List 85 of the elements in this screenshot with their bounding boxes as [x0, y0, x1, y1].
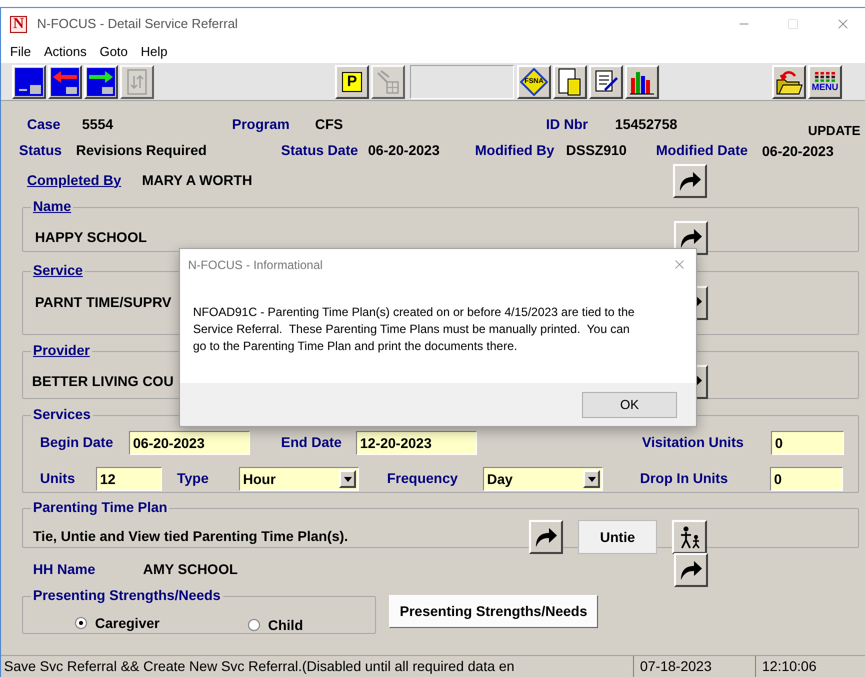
program-label: Program	[232, 116, 290, 132]
status-value: Revisions Required	[76, 142, 207, 158]
dialog-message: NFOAD91C - Parenting Time Plan(s) created on or before 4/15/2023 are tied to the Service Referral. These Parenting Time Plans must be manually printed. You can go to the Parenting Time Plan and print the documents there.	[193, 304, 636, 355]
completed-by-link[interactable]: Completed By	[27, 172, 122, 188]
status-date-value: 06-20-2023	[368, 142, 440, 158]
status-label: Status	[19, 142, 62, 158]
section-label: Parenting Time Plan	[33, 499, 168, 515]
app-logo: N	[10, 16, 27, 32]
diamond-icon	[520, 68, 548, 96]
status-date: 07-18-2023	[634, 656, 756, 677]
grid-icon	[375, 68, 401, 96]
visitation-units-field[interactable]: 0	[771, 431, 844, 455]
status-message: Save Svc Referral && Create New Svc Referral.(Disabled until all required data en	[1, 656, 634, 677]
radio-label[interactable]: Child	[268, 614, 303, 636]
visitation-units-label: Visitation Units	[642, 434, 744, 450]
curved-arrow-icon	[679, 559, 703, 581]
section-label[interactable]: Name	[33, 198, 72, 214]
begin-date-field[interactable]: 06-20-2023	[129, 431, 250, 455]
curved-arrow-icon	[678, 170, 702, 192]
type-label: Type	[177, 470, 209, 486]
hh-name-label: HH Name	[33, 561, 96, 577]
section-label[interactable]: Service	[33, 262, 83, 278]
toolbar-button[interactable]	[48, 64, 82, 98]
frequency-dropdown[interactable]: Day	[483, 467, 603, 491]
completed-by-value: MARY A WORTH	[142, 172, 252, 188]
modified-by-value: DSSZ910	[566, 142, 627, 158]
document-icon	[557, 68, 583, 96]
type-dropdown[interactable]: Hour	[239, 467, 359, 491]
units-field[interactable]: 12	[96, 467, 162, 491]
drop-in-units-field[interactable]: 0	[770, 467, 843, 491]
toolbar-button[interactable]	[12, 64, 46, 98]
modified-date-value: 06-20-2023	[762, 142, 834, 160]
go-button[interactable]	[674, 553, 708, 587]
program-value: CFS	[315, 116, 343, 132]
end-date-field[interactable]: 12-20-2023	[356, 431, 477, 455]
radio-label[interactable]: Caregiver	[95, 612, 160, 634]
begin-date-label: Begin Date	[40, 434, 114, 450]
toolbar-button[interactable]	[84, 64, 118, 98]
modified-date-label: Modified Date	[656, 142, 748, 158]
case-label: Case	[27, 116, 60, 132]
name-value: HAPPY SCHOOL	[35, 229, 147, 245]
case-value: 5554	[82, 116, 114, 132]
p-button[interactable]: P	[335, 64, 369, 98]
menu-item[interactable]: Goto	[100, 42, 128, 62]
ok-button[interactable]: OK	[582, 392, 677, 418]
dots-grid-icon	[813, 71, 837, 83]
modified-by-label: Modified By	[475, 142, 554, 158]
section-label: Presenting Strengths/Needs	[33, 587, 220, 603]
radio-button[interactable]	[248, 619, 260, 631]
end-date-label: End Date	[281, 434, 342, 450]
window-title: N-FOCUS - Detail Service Referral	[37, 15, 238, 34]
floppy-icon	[15, 68, 43, 96]
drop-in-units-label: Drop In Units	[640, 470, 728, 486]
toolbar-button[interactable]	[625, 64, 659, 98]
curved-arrow-icon	[679, 227, 703, 249]
mode-indicator: UPDATE	[808, 122, 860, 140]
frequency-label: Frequency	[387, 470, 458, 486]
dropdown-caret-icon[interactable]	[583, 470, 600, 488]
service-value: PARNT TIME/SUPRV	[35, 294, 172, 310]
menu-button[interactable]: MENU	[808, 64, 842, 98]
menu-item[interactable]: Help	[140, 42, 168, 62]
id-number-label: ID Nbr	[546, 116, 588, 132]
provider-value: BETTER LIVING COU	[32, 373, 174, 389]
id-number-value: 15452758	[615, 116, 678, 132]
parenting-time-plan-text: Tie, Untie and View tied Parenting Time Plan(s).	[33, 528, 348, 544]
presenting-strengths-button[interactable]: Presenting Strengths/Needs	[389, 595, 598, 628]
section-label: Services	[33, 406, 91, 422]
menu-item[interactable]: File	[10, 42, 31, 62]
hh-name-value: AMY SCHOOL	[143, 561, 238, 577]
toolbar-button[interactable]	[772, 64, 806, 98]
dropdown-caret-icon[interactable]	[339, 470, 356, 488]
go-button[interactable]	[673, 164, 707, 198]
radio-button[interactable]	[75, 617, 87, 629]
toolbar-button[interactable]	[553, 64, 587, 98]
curved-arrow-icon	[534, 526, 558, 548]
units-label: Units	[40, 470, 75, 486]
menu-item[interactable]: Actions	[44, 42, 87, 62]
go-button[interactable]	[529, 520, 563, 554]
status-time: 12:10:06	[761, 657, 816, 676]
people-button[interactable]	[672, 520, 707, 554]
dialog-title: N-FOCUS - Informational	[188, 256, 323, 274]
untie-button[interactable]: Untie	[578, 520, 657, 554]
section-label[interactable]: Provider	[33, 342, 90, 358]
toolbar-button[interactable]	[589, 64, 623, 98]
status-date-label: Status Date	[281, 142, 358, 158]
